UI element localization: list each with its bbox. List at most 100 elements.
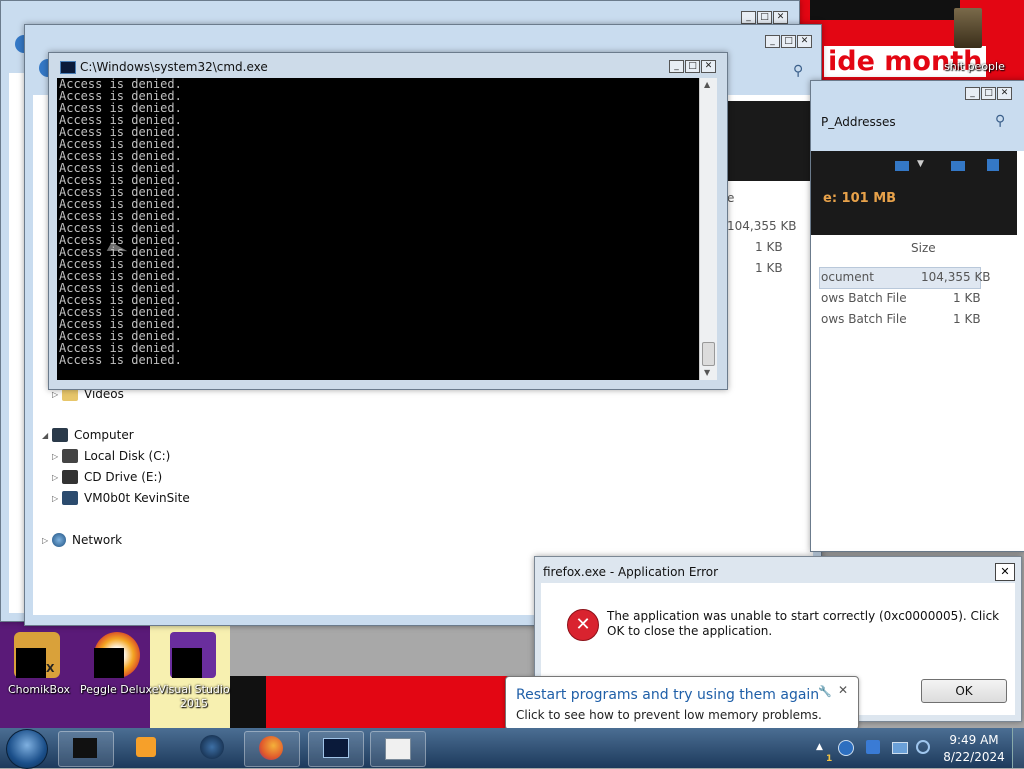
tree-item-local-disk[interactable]: ▷ Local Disk (C:) [52,446,170,466]
tree-item-cd-drive[interactable]: ▷ CD Drive (E:) [52,467,162,487]
dialog-title: firefox.exe - Application Error [543,565,719,579]
desktop-background-black [810,0,960,20]
peggle-deluxe-icon[interactable] [94,632,140,678]
desktop-icon-label-chomikbox[interactable]: ChomikBox [4,683,74,696]
dialog-message: The application was unable to start corr… [607,609,1000,638]
maximize-button[interactable]: □ [781,35,796,48]
taskbar-button-firefox[interactable] [244,731,300,767]
minimize-button[interactable]: _ [669,60,684,73]
scroll-up-arrow[interactable]: ▲ [704,80,710,89]
file-size-3: 1 KB [953,312,981,326]
cmd-vertical-scrollbar[interactable]: ▲ ▼ [699,78,717,380]
close-button[interactable]: ✕ [797,35,812,48]
firefox-icon [259,736,283,760]
tray-volume-icon[interactable] [916,740,930,754]
scrollbar-thumb[interactable] [702,342,715,366]
search-icon[interactable]: ⚲ [793,63,803,79]
balloon-title[interactable]: Restart programs and try using them agai… [516,687,819,703]
balloon-close-icon[interactable]: ✕ [838,683,848,697]
desktop-background-black-lower [230,676,266,728]
expand-arrow-icon[interactable]: ▷ [52,390,62,399]
cmd-icon [60,61,76,74]
globe-icon [200,735,224,759]
selection-size-text: e: 101 MB [823,191,897,206]
settings-wrench-icon[interactable]: 🔧 [818,685,832,698]
visual-studio-icon[interactable] [170,632,216,678]
explorer-window-right[interactable]: _ □ ✕ P_Addresses ⚲ ▼ e: 101 MB Size ocu… [810,80,1024,552]
redaction-box [16,648,46,678]
tree-item-computer[interactable]: ◢ Computer [42,425,134,445]
maximize-button[interactable]: □ [981,87,996,100]
middle-size-3: 1 KB [755,261,783,275]
cmd-console-output[interactable]: Access is denied. Access is denied. Access… [57,78,699,380]
maximize-button[interactable]: □ [757,11,772,24]
taskbar-button-dialog[interactable] [370,731,426,767]
window-caption-buttons: _ □ ✕ [669,60,716,73]
desktop-icon-label-peggle[interactable]: Peggle Deluxe [80,683,159,696]
network-icon [52,533,66,547]
media-player-icon [136,737,156,757]
tree-item-network-share[interactable]: ▷ VM0b0t KevinSite [52,488,190,508]
file-size-2: 1 KB [953,291,981,305]
drive-icon [62,449,78,463]
taskbar-button-media-player[interactable] [120,731,174,765]
tree-item-network[interactable]: ▷ Network [42,530,122,550]
balloon-subtitle[interactable]: Click to see how to prevent low memory p… [516,708,822,722]
tree-item-label: Local Disk (C:) [84,449,171,463]
dialog-close-button[interactable]: ✕ [995,563,1015,581]
taskbar-button-internet[interactable] [186,731,240,765]
desktop-icon-label-visual-studio[interactable]: Visual Studio 2015 [156,683,232,711]
tray-app-icon[interactable] [866,740,880,754]
close-button[interactable]: ✕ [773,11,788,24]
search-icon[interactable]: ⚲ [995,113,1005,129]
show-desktop-button[interactable] [1012,728,1024,768]
cmd-window-title: C:\Windows\system32\cmd.exe [80,60,268,74]
tray-info-icon[interactable] [838,740,854,756]
close-button[interactable]: ✕ [701,60,716,73]
view-dropdown-icon[interactable]: ▼ [917,159,924,169]
column-header-size[interactable]: Size [911,241,936,255]
clock-time[interactable]: 9:49 AM [946,733,1002,747]
expand-arrow-icon[interactable]: ▷ [52,473,62,482]
desktop-icon-label-shit-people[interactable]: shit people [944,60,1005,73]
taskbar-button-explorer-dark[interactable] [58,731,114,767]
tray-counter: 1 [826,754,833,764]
expand-arrow-icon[interactable]: ▷ [52,452,62,461]
address-bar-fragment[interactable]: P_Addresses [821,115,896,129]
cd-drive-icon [62,470,78,484]
tree-item-label: Computer [74,428,134,442]
file-type-2[interactable]: ows Batch File [821,291,907,305]
preview-pane-icon[interactable] [951,161,965,171]
expand-arrow-icon[interactable]: ▷ [52,494,62,503]
middle-size-1: 104,355 KB [727,219,797,233]
window-taskbar-icon [385,738,411,760]
column-header-fragment: e [727,191,735,205]
window-caption-buttons: _ □ ✕ [741,11,788,24]
ok-button[interactable]: OK [921,679,1007,703]
minimize-button[interactable]: _ [965,87,980,100]
help-icon[interactable] [987,159,999,171]
computer-icon [52,428,68,442]
file-type-3[interactable]: ows Batch File [821,312,907,326]
file-type-1[interactable]: ocument [821,270,874,284]
scroll-down-arrow[interactable]: ▼ [704,368,710,377]
minimize-button[interactable]: _ [765,35,780,48]
low-memory-notification-balloon[interactable]: Restart programs and try using them agai… [505,676,859,730]
taskbar-button-cmd[interactable] [308,731,364,767]
chomikbox-icon[interactable]: X [14,632,60,678]
start-button[interactable] [6,729,48,769]
redaction-box [94,648,124,678]
show-hidden-icons-arrow[interactable]: ▲ [816,742,823,752]
clock-date[interactable]: 8/22/2024 [942,750,1006,764]
network-drive-icon [62,491,78,505]
collapse-arrow-icon[interactable]: ◢ [42,431,52,440]
tree-item-label: Network [72,533,123,547]
window-caption-buttons: _ □ ✕ [765,35,812,48]
close-button[interactable]: ✕ [997,87,1012,100]
expand-arrow-icon[interactable]: ▷ [42,536,52,545]
tray-network-icon[interactable] [892,742,908,754]
minimize-button[interactable]: _ [741,11,756,24]
folder-icon[interactable] [954,8,982,48]
maximize-button[interactable]: □ [685,60,700,73]
view-options-icon[interactable] [895,161,909,171]
